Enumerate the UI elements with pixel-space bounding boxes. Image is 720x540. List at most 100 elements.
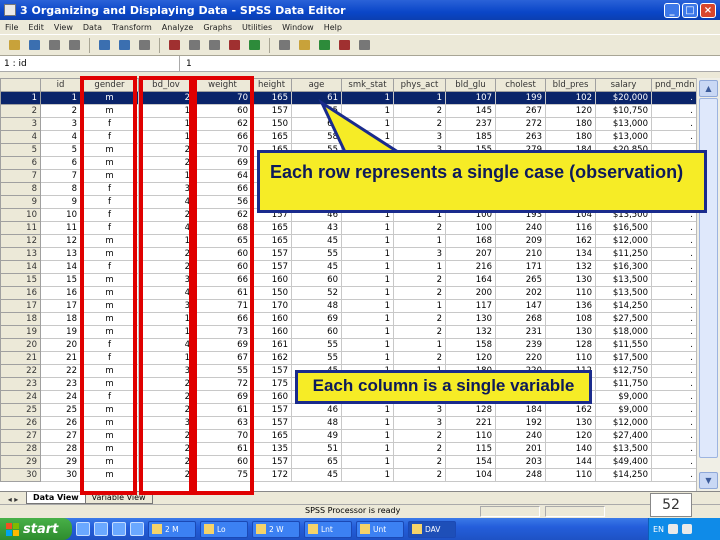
data-cell[interactable]: . (651, 312, 696, 326)
data-cell[interactable]: 60 (291, 273, 342, 287)
menu-transform[interactable]: Transform (107, 23, 157, 32)
data-cell[interactable]: 1 (40, 91, 81, 105)
data-cell[interactable]: 160 (251, 273, 292, 287)
data-cell[interactable]: 1 (393, 91, 446, 105)
data-cell[interactable]: 45 (291, 260, 342, 274)
data-cell[interactable]: $10,750 (595, 104, 652, 118)
data-cell[interactable]: 1 (341, 117, 394, 131)
data-cell[interactable]: 210 (495, 247, 546, 261)
data-cell[interactable]: 160 (251, 390, 292, 404)
data-cell[interactable]: $20,000 (595, 91, 652, 105)
menu-file[interactable]: File (0, 23, 23, 32)
data-cell[interactable]: 2 (40, 104, 81, 118)
data-cell[interactable]: 267 (495, 104, 546, 118)
data-cell[interactable]: . (651, 104, 696, 118)
data-cell[interactable]: 2 (393, 273, 446, 287)
data-cell[interactable]: 55 (291, 351, 342, 365)
data-cell[interactable]: 1 (341, 416, 394, 430)
data-cell[interactable]: 144 (545, 455, 596, 469)
close-button[interactable]: × (700, 2, 716, 18)
cell-value-input[interactable]: 1 (180, 59, 192, 69)
data-cell[interactable]: 104 (445, 468, 496, 482)
data-cell[interactable]: 175 (251, 377, 292, 391)
split-file-icon[interactable] (276, 38, 293, 53)
data-cell[interactable]: $13,000 (595, 117, 652, 131)
row-number[interactable]: 9 (0, 195, 41, 209)
data-cell[interactable]: 2 (393, 104, 446, 118)
data-cell[interactable]: 237 (445, 117, 496, 131)
tray-icon[interactable] (668, 524, 679, 534)
menu-analyze[interactable]: Analyze (157, 23, 199, 32)
scroll-up-arrow-icon[interactable]: ▲ (699, 80, 718, 97)
data-cell[interactable]: 2 (393, 455, 446, 469)
data-cell[interactable]: 5 (40, 143, 81, 157)
column-header[interactable]: phys_act (393, 78, 446, 92)
data-cell[interactable]: 20 (40, 338, 81, 352)
data-cell[interactable]: 1 (341, 247, 394, 261)
data-cell[interactable]: 165 (251, 130, 292, 144)
data-cell[interactable]: $13,500 (595, 442, 652, 456)
taskbar-item[interactable]: Lo (200, 520, 248, 538)
data-cell[interactable]: 1 (341, 234, 394, 248)
data-cell[interactable]: 3 (393, 247, 446, 261)
quick-launch-desktop-icon[interactable] (94, 522, 108, 536)
data-cell[interactable]: 15 (40, 273, 81, 287)
data-cell[interactable]: 2 (393, 286, 446, 300)
data-cell[interactable]: 154 (445, 455, 496, 469)
data-cell[interactable]: 1 (341, 338, 394, 352)
data-cell[interactable]: 1 (341, 91, 394, 105)
data-cell[interactable]: 24 (40, 390, 81, 404)
data-cell[interactable]: 1 (341, 286, 394, 300)
data-cell[interactable]: 1 (393, 234, 446, 248)
column-header[interactable]: bld_pres (545, 78, 596, 92)
goto-case-icon[interactable] (166, 38, 183, 53)
data-cell[interactable]: 107 (445, 91, 496, 105)
data-cell[interactable]: . (651, 429, 696, 443)
data-cell[interactable]: 128 (545, 338, 596, 352)
data-cell[interactable]: . (651, 117, 696, 131)
data-cell[interactable]: 165 (251, 429, 292, 443)
data-cell[interactable]: 63 (291, 117, 342, 131)
data-cell[interactable]: 2 (393, 325, 446, 339)
menu-utilities[interactable]: Utilities (237, 23, 277, 32)
data-cell[interactable]: . (651, 364, 696, 378)
data-cell[interactable]: 27 (40, 429, 81, 443)
data-cell[interactable]: 1 (341, 455, 394, 469)
data-cell[interactable]: 58 (291, 130, 342, 144)
data-cell[interactable]: . (651, 260, 696, 274)
data-cell[interactable]: 16 (40, 286, 81, 300)
data-cell[interactable]: 160 (251, 325, 292, 339)
row-number[interactable]: 19 (0, 325, 41, 339)
data-cell[interactable]: $12,750 (595, 364, 652, 378)
start-button[interactable]: start (0, 518, 72, 540)
row-number[interactable]: 26 (0, 416, 41, 430)
data-cell[interactable]: 1 (341, 273, 394, 287)
open-icon[interactable] (6, 38, 23, 53)
taskbar-item-active[interactable]: DAV (408, 520, 456, 538)
data-cell[interactable]: 157 (251, 260, 292, 274)
data-cell[interactable]: 1 (341, 104, 394, 118)
data-cell[interactable]: 161 (251, 338, 292, 352)
find-icon[interactable] (206, 38, 223, 53)
data-cell[interactable]: $18,000 (595, 325, 652, 339)
data-cell[interactable]: 117 (445, 299, 496, 313)
data-cell[interactable]: 115 (445, 442, 496, 456)
menu-graphs[interactable]: Graphs (198, 23, 237, 32)
row-number[interactable]: 4 (0, 130, 41, 144)
data-cell[interactable]: 1 (341, 442, 394, 456)
data-cell[interactable]: 180 (545, 117, 596, 131)
data-cell[interactable]: 100 (445, 221, 496, 235)
taskbar-item[interactable]: 2 M (148, 520, 196, 538)
data-cell[interactable]: 46 (291, 403, 342, 417)
data-cell[interactable]: 2 (393, 429, 446, 443)
data-cell[interactable]: 22 (40, 364, 81, 378)
taskbar-item[interactable]: 2 W (252, 520, 300, 538)
data-cell[interactable]: 132 (545, 260, 596, 274)
data-cell[interactable]: 130 (545, 325, 596, 339)
data-cell[interactable]: 29 (40, 455, 81, 469)
data-cell[interactable]: 216 (445, 260, 496, 274)
data-cell[interactable]: 9 (40, 195, 81, 209)
data-cell[interactable]: 108 (545, 312, 596, 326)
data-cell[interactable]: 48 (291, 299, 342, 313)
goto-chart-icon[interactable] (136, 38, 153, 53)
